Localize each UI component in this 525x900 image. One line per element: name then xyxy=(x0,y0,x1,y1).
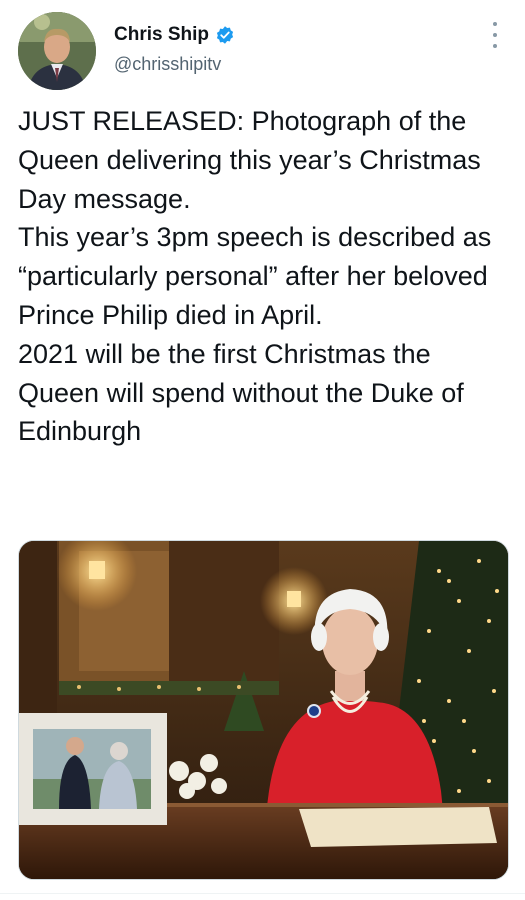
tweet-text: JUST RELEASED: Photograph of the Queen d… xyxy=(18,102,508,451)
author-block: Chris Ship @chrisshipitv xyxy=(114,22,235,76)
avatar[interactable] xyxy=(18,12,96,90)
more-options-icon[interactable] xyxy=(489,22,501,48)
divider xyxy=(0,893,525,894)
tweet-photo[interactable] xyxy=(18,540,509,880)
verified-badge-icon xyxy=(215,25,235,45)
tweet-paragraph: 2021 will be the first Christmas the Que… xyxy=(18,338,464,447)
tweet-paragraph: JUST RELEASED: Photograph of the Queen d… xyxy=(18,106,481,214)
author-name[interactable]: Chris Ship xyxy=(114,22,209,48)
tweet-paragraph: This year’s 3pm speech is described as “… xyxy=(18,222,492,330)
photo-queen-christmas-message xyxy=(19,541,508,879)
avatar-image xyxy=(18,12,96,90)
tweet: Chris Ship @chrisshipitv JUST RELEASED: … xyxy=(0,0,525,900)
author-name-row: Chris Ship xyxy=(114,22,235,48)
author-handle[interactable]: @chrisshipitv xyxy=(114,52,235,76)
